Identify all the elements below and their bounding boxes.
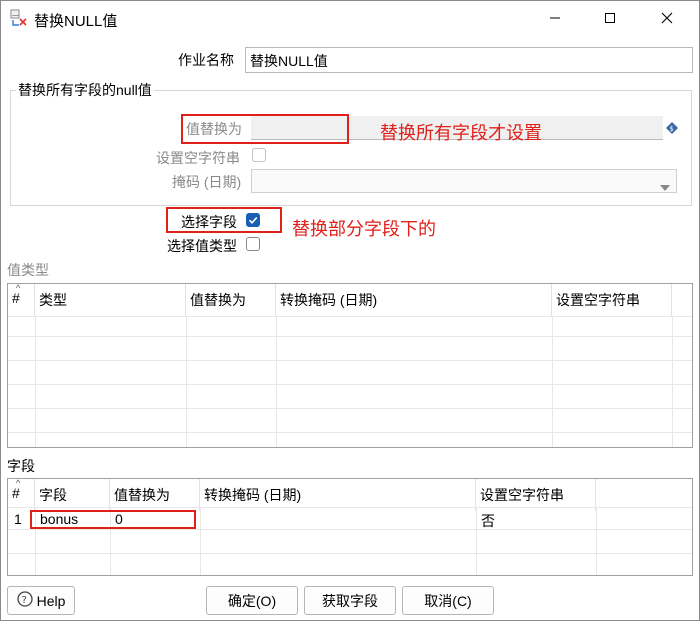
value-type-section-title: 值类型	[7, 262, 49, 278]
ok-button[interactable]: 确定(O)	[206, 586, 298, 615]
job-name-label: 作业名称	[178, 52, 234, 68]
svg-text:$: $	[669, 125, 673, 133]
checkmark-icon	[248, 212, 258, 228]
get-fields-button[interactable]: 获取字段	[304, 586, 396, 615]
annotation-box-replace-with	[181, 114, 349, 144]
sort-icon: ^	[16, 478, 21, 488]
all-fields-group-title: 替换所有字段的null值	[16, 80, 154, 100]
select-fields-checkbox[interactable]	[246, 213, 260, 227]
maximize-button[interactable]	[583, 0, 637, 38]
set-empty-string-checkbox[interactable]	[252, 148, 266, 162]
select-value-type-checkbox[interactable]	[246, 237, 260, 251]
maximize-icon	[604, 11, 616, 27]
job-name-value: 替换NULL值	[250, 53, 328, 69]
help-button-label: Help	[36, 592, 66, 609]
column-header-mask[interactable]: 转换掩码 (日期)	[276, 284, 552, 316]
annotation-all-fields: 替换所有字段才设置	[380, 123, 542, 143]
cancel-button-label: 取消(C)	[424, 592, 472, 609]
set-empty-cell[interactable]: 否	[481, 511, 495, 531]
svg-text:—: —	[12, 11, 19, 19]
column-header-set-empty[interactable]: 设置空字符串	[552, 284, 672, 316]
title-bar: — 替换NULL值	[0, 0, 700, 38]
fields-section-title: 字段	[7, 458, 35, 474]
column-header-type[interactable]: 类型	[35, 284, 186, 316]
app-icon: —	[10, 9, 28, 27]
svg-text:?: ?	[21, 595, 26, 606]
value-type-table[interactable]: # ^ 类型 值替换为 转换掩码 (日期) 设置空字符串	[7, 283, 693, 448]
cancel-button[interactable]: 取消(C)	[402, 586, 494, 615]
ok-button-label: 确定(O)	[227, 592, 277, 609]
mask-date-select[interactable]	[251, 169, 677, 193]
window-title: 替换NULL值	[34, 13, 118, 30]
set-empty-string-label: 设置空字符串	[156, 150, 240, 166]
select-value-type-label: 选择值类型	[167, 238, 237, 254]
close-icon	[661, 11, 673, 27]
variable-icon[interactable]: $	[666, 121, 678, 137]
select-fields-label: 选择字段	[181, 214, 237, 230]
row-number: 1	[14, 511, 22, 527]
help-icon: ?	[16, 591, 33, 610]
annotation-partial-fields: 替换部分字段下的	[292, 219, 436, 239]
job-name-input[interactable]: 替换NULL值	[245, 47, 693, 73]
close-button[interactable]	[640, 0, 694, 38]
column-header-num[interactable]: #	[8, 284, 35, 316]
minimize-icon	[549, 11, 561, 27]
column-header-replace-with[interactable]: 值替换为	[186, 284, 276, 316]
get-fields-button-label: 获取字段	[322, 592, 378, 609]
dropdown-arrow-icon	[660, 178, 670, 194]
mask-date-label: 掩码 (日期)	[172, 174, 242, 190]
minimize-button[interactable]	[528, 0, 582, 38]
help-button[interactable]: ? Help	[7, 586, 75, 615]
sort-icon: ^	[16, 283, 21, 293]
annotation-box-field-row	[30, 510, 196, 529]
